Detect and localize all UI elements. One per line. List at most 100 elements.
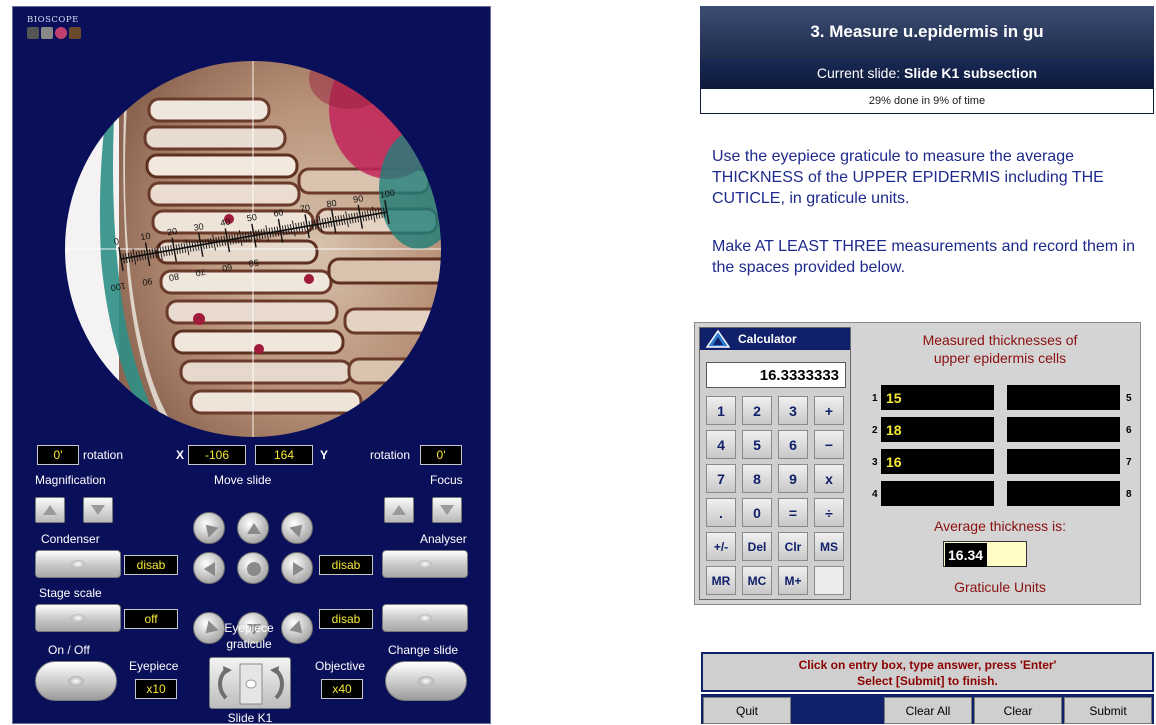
condenser-status: disab [124,555,178,575]
focus-up-button[interactable] [384,497,414,523]
magnification-down-button[interactable] [83,497,113,523]
key-minus-button[interactable]: − [814,430,844,459]
instruction-record: Make AT LEAST THREE measurements and rec… [712,238,1135,276]
graticule-lower-label: 50 [248,257,260,269]
calculator-title: Calculator [738,332,797,346]
arrow-up-icon [392,505,406,515]
task-title: 3. Measure u.epidermis in gu [700,6,1154,58]
key-divide-button[interactable]: ÷ [814,498,844,527]
key-plus-button[interactable]: + [814,396,844,425]
move-slide-right-button[interactable] [281,552,313,584]
calculator-display: 16.3333333 [706,362,846,388]
arrow-down-right-icon [289,620,303,634]
graticule-rotate-control[interactable] [209,657,291,709]
key-7-button[interactable]: 7 [706,464,736,493]
clear-all-button[interactable]: Clear All [884,697,972,724]
key-1-button[interactable]: 1 [706,396,736,425]
arrow-up-right-icon [289,524,303,538]
hint-line-1: Click on entry box, type answer, press '… [798,658,1057,672]
power-toggle-button[interactable] [35,661,117,701]
key-memory-recall-button[interactable]: MR [706,566,736,595]
key-memory-add-button[interactable]: M+ [778,566,808,595]
move-slide-up-right-button[interactable] [281,512,313,544]
key-clear-button[interactable]: Clr [778,532,808,561]
measurement-number-8: 8 [1126,489,1132,500]
key-memory-clear-button[interactable]: MC [742,566,772,595]
measurement-input-4[interactable] [881,481,994,506]
key-multiply-button[interactable]: x [814,464,844,493]
instruction-measure: Use the eyepiece graticule to measure th… [712,148,1104,207]
graticule-lower-label: 90 [142,276,154,288]
measurement-input-1[interactable]: 15 [881,385,994,410]
key-3-button[interactable]: 3 [778,396,808,425]
move-slide-up-left-button[interactable] [193,512,225,544]
analyser-label: Analyser [420,532,467,546]
stage-scale-toggle[interactable] [35,604,121,632]
change-slide-label: Change slide [388,643,459,657]
measurement-input-7[interactable] [1007,449,1120,474]
graticule-upper-label: 50 [246,212,258,224]
key-5-button[interactable]: 5 [742,430,772,459]
slide-name-label: Slide K1 [227,711,273,725]
key-decimal-button[interactable]: . [706,498,736,527]
condenser-toggle[interactable] [35,550,121,578]
measurement-input-5[interactable] [1007,385,1120,410]
key-9-button[interactable]: 9 [778,464,808,493]
move-slide-up-button[interactable] [237,512,269,544]
measurement-input-2[interactable]: 18 [881,417,994,442]
key-memory-store-button[interactable]: MS [814,532,844,561]
eyepiece-label: Eyepiece [129,659,179,673]
arrow-up-left-icon [205,524,219,538]
move-slide-left-button[interactable] [193,552,225,584]
task-header: 3. Measure u.epidermis in gu Current sli… [700,6,1154,118]
graticule-upper-label: 70 [299,202,311,214]
magnification-up-button[interactable] [35,497,65,523]
graticule-upper-label: 40 [219,217,231,229]
average-input[interactable]: 16.34 [943,541,1027,567]
key-2-button[interactable]: 2 [742,396,772,425]
graticule-upper-label: 80 [326,198,338,210]
measurements-heading-line1: Measured thicknesses of [922,332,1078,348]
key-blank-button[interactable] [814,566,844,595]
average-label: Average thickness is: [933,518,1067,534]
measurements-heading: Measured thicknesses of upper epidermis … [865,331,1135,367]
analyser-status: disab [319,555,373,575]
key-equals-button[interactable]: = [778,498,808,527]
key-delete-button[interactable]: Del [742,532,772,561]
graticule-lower-label: 80 [168,271,180,283]
stage-scale-label: Stage scale [39,586,102,600]
progress-status: 29% done in 9% of time [700,88,1154,114]
graticule-upper-label: 90 [352,193,364,205]
objective-magnification-display: x40 [321,679,363,699]
analyser-toggle[interactable] [382,550,468,578]
submit-button[interactable]: Submit [1064,697,1152,724]
right-toggle[interactable] [382,604,468,632]
key-6-button[interactable]: 6 [778,430,808,459]
move-slide-center-button[interactable] [237,552,269,584]
measurement-input-6[interactable] [1007,417,1120,442]
key-8-button[interactable]: 8 [742,464,772,493]
quit-button[interactable]: Quit [703,697,791,724]
measurement-number-2: 2 [872,425,878,436]
key-plus-minus-button[interactable]: +/- [706,532,736,561]
calculator-title-bar: Calculator [700,328,850,350]
condenser-label: Condenser [41,532,100,546]
microscope-field-of-view[interactable]: 0 10 20 30 40 50 60 70 80 90 100100 90 80 70 60 50 [49,19,459,437]
change-slide-button[interactable] [385,661,467,701]
key-0-button[interactable]: 0 [742,498,772,527]
key-4-button[interactable]: 4 [706,430,736,459]
camera-icon [27,27,39,39]
clear-button[interactable]: Clear [974,697,1062,724]
measurement-number-4: 4 [872,489,878,500]
eyepiece-graticule-label-2: graticule [226,637,272,651]
measurement-input-3[interactable]: 16 [881,449,994,474]
focus-down-button[interactable] [432,497,462,523]
rotation-left-label: rotation [83,448,124,462]
stage-scale-status: off [124,609,178,629]
hint-box: Click on entry box, type answer, press '… [701,652,1154,692]
graticule-lower-label: 60 [221,262,233,274]
graticule-lower-label: 70 [195,267,207,279]
units-label: Graticule Units [954,579,1046,595]
measurement-input-8[interactable] [1007,481,1120,506]
current-slide-name: Slide K1 subsection [904,65,1038,81]
